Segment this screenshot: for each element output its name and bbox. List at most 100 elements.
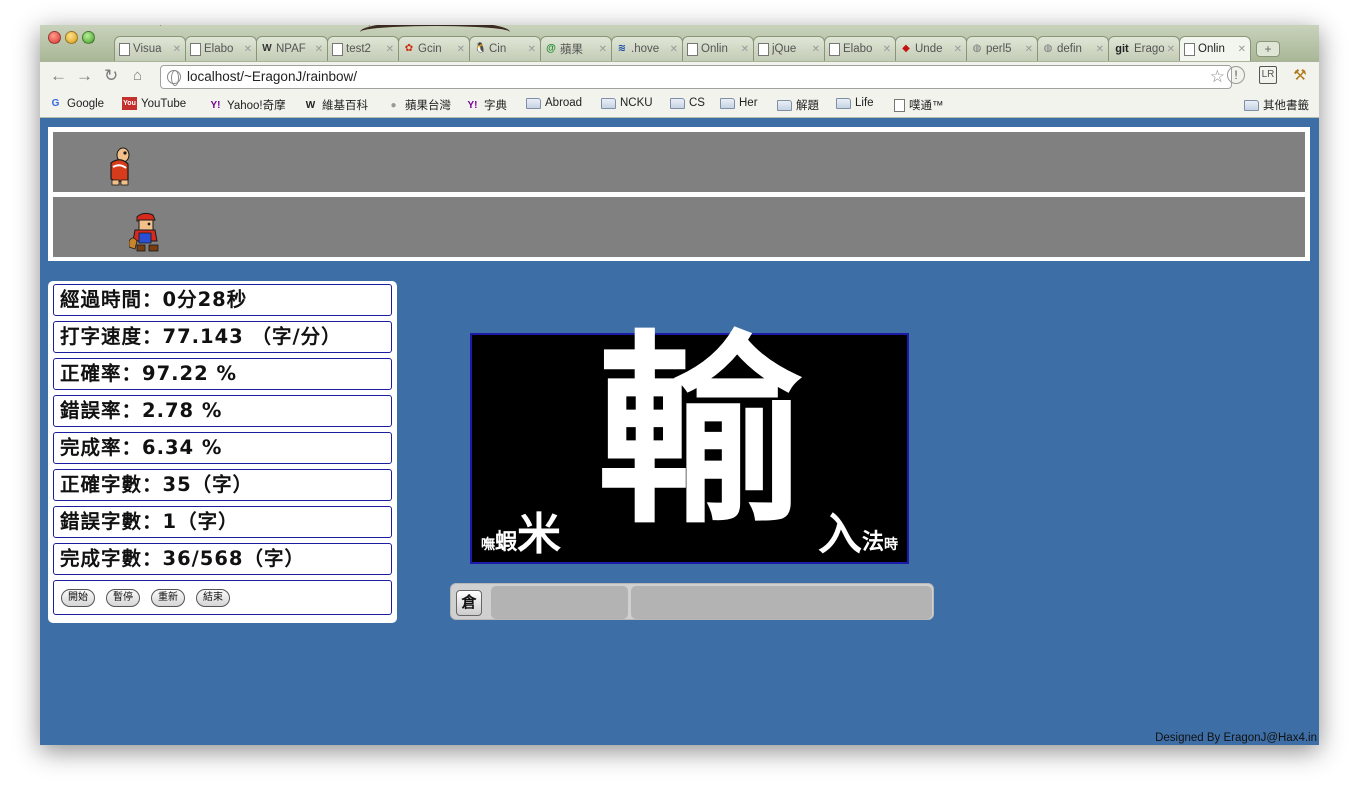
bookmark-item[interactable]: W 維基百科 [303, 97, 368, 113]
other-bookmarks[interactable]: 其他書籤 [1244, 97, 1309, 113]
minimize-window-icon[interactable] [65, 31, 78, 44]
bookmark-label: 字典 [484, 100, 507, 112]
tab-title: Erago [1134, 43, 1164, 55]
zoom-window-icon[interactable] [82, 31, 95, 44]
bookmark-item[interactable]: 噗通™ [894, 97, 944, 113]
browser-toolbar: ← → ↻ ⌂ localhost/~EragonJ/rainbow/ ☆ ! … [40, 61, 1319, 91]
bookmark-label: 蘋果台灣 [405, 100, 451, 112]
y-favicon-icon: Y! [467, 99, 478, 111]
tab-close-icon[interactable]: ✕ [315, 44, 323, 55]
bookmark-label: 噗通™ [909, 100, 944, 112]
apple-favicon-icon: ● [390, 99, 397, 111]
other-bookmarks-label: 其他書籤 [1263, 100, 1309, 112]
tab-title: Onlin [701, 43, 728, 55]
y-favicon-icon: Y! [210, 99, 221, 111]
folder-icon [720, 97, 735, 109]
tab-close-icon[interactable]: ✕ [670, 44, 678, 55]
tab-close-icon[interactable]: ✕ [741, 44, 749, 55]
bookmark-item[interactable]: 解題 [777, 97, 819, 113]
tab-close-icon[interactable]: ✕ [457, 44, 465, 55]
ime-candidate-field[interactable] [631, 586, 932, 619]
browser-tab[interactable]: Onlin ✕ [682, 36, 754, 61]
tabs: Visua ✕ Elabo ✕ W NPAF ✕ test2 ✕ ✿ Gcin ✕ 🐧 Cin ✕ @ 蘋果 ✕ ≋… [114, 36, 1280, 61]
browser-tab[interactable]: Visua ✕ [114, 36, 186, 61]
extension-lr-icon[interactable]: LR [1259, 66, 1277, 84]
ime-composition-field[interactable] [491, 586, 628, 619]
tab-close-icon[interactable]: ✕ [1025, 44, 1033, 55]
watermark-left-mid: 蝦 [495, 530, 518, 555]
bookmark-item[interactable]: G Google [48, 97, 104, 110]
close-window-icon[interactable] [48, 31, 61, 44]
browser-tab[interactable]: jQue ✕ [753, 36, 825, 61]
tab-close-icon[interactable]: ✕ [244, 44, 252, 55]
bookmark-star-icon[interactable]: ☆ [1210, 66, 1225, 88]
tab-close-icon[interactable]: ✕ [528, 44, 536, 55]
current-character: 輸 [596, 314, 802, 552]
browser-tab[interactable]: @ 蘋果 ✕ [540, 36, 612, 61]
browser-tab[interactable]: ◍ perl5 ✕ [966, 36, 1038, 61]
page-icon [190, 42, 201, 56]
home-icon[interactable]: ⌂ [133, 67, 142, 85]
tab-title: Unde [915, 43, 943, 55]
tab-close-icon[interactable]: ✕ [1167, 44, 1175, 55]
browser-tab[interactable]: W NPAF ✕ [256, 36, 328, 61]
stat-elapsed-time: 經過時間：0分28秒 [53, 284, 392, 316]
tab-close-icon[interactable]: ✕ [883, 44, 891, 55]
browser-tab[interactable]: ✿ Gcin ✕ [398, 36, 470, 61]
tab-title: Onlin [1198, 43, 1225, 55]
reset-button[interactable]: 重新 [151, 588, 185, 607]
browser-tab[interactable]: Elabo ✕ [824, 36, 896, 61]
ime-mode-icon[interactable]: 倉 [456, 590, 482, 616]
bookmark-item[interactable]: NCKU [601, 97, 653, 109]
tab-title: Gcin [418, 43, 442, 55]
browser-tab[interactable]: Onlin ✕ [1179, 36, 1251, 61]
address-bar[interactable]: localhost/~EragonJ/rainbow/ ☆ [160, 65, 1232, 89]
tab-title: Cin [489, 43, 507, 55]
paw-favicon-icon: ✿ [404, 43, 414, 54]
browser-tab[interactable]: Elabo ✕ [185, 36, 257, 61]
tab-title: defin [1057, 43, 1082, 55]
forward-arrow-icon[interactable]: → [76, 67, 93, 85]
watermark-right-big: 入 [817, 509, 862, 560]
bookmark-item[interactable]: Her [720, 97, 758, 109]
tab-title: Visua [133, 43, 162, 55]
browser-tab[interactable]: 🐧 Cin ✕ [469, 36, 541, 61]
tab-close-icon[interactable]: ✕ [173, 44, 181, 55]
stats-panel: 經過時間：0分28秒 打字速度：77.143 （字/分） 正確率：97.22 %… [48, 281, 397, 623]
back-arrow-icon[interactable]: ← [50, 67, 67, 85]
bookmark-item[interactable]: Y! 字典 [465, 97, 508, 113]
new-tab-button[interactable]: + [1256, 41, 1280, 57]
wrench-menu-icon[interactable]: ⚒ [1290, 66, 1310, 86]
page-icon [758, 42, 769, 56]
bookmark-item[interactable]: Abroad [526, 97, 582, 109]
bookmark-label: 解題 [796, 100, 819, 112]
tab-close-icon[interactable]: ✕ [1238, 44, 1246, 55]
watermark-right-small: 時 [884, 537, 898, 553]
bookmark-item[interactable]: You YouTube [122, 97, 186, 110]
folder-icon [777, 99, 792, 111]
bookmark-item[interactable]: ● 蘋果台灣 [386, 97, 451, 113]
bookmark-item[interactable]: Y! Yahoo!奇摩 [208, 97, 286, 113]
browser-tab[interactable]: ≋ .hove ✕ [611, 36, 683, 61]
browser-tab[interactable]: ◆ Unde ✕ [895, 36, 967, 61]
tab-close-icon[interactable]: ✕ [599, 44, 607, 55]
reload-icon[interactable]: ↻ [104, 67, 118, 85]
tab-close-icon[interactable]: ✕ [812, 44, 820, 55]
tab-close-icon[interactable]: ✕ [954, 44, 962, 55]
end-button[interactable]: 結束 [196, 588, 230, 607]
tab-close-icon[interactable]: ✕ [386, 44, 394, 55]
bookmark-item[interactable]: CS [670, 97, 705, 109]
bookmark-label: 維基百科 [322, 100, 368, 112]
browser-tab[interactable]: ◍ defin ✕ [1037, 36, 1109, 61]
extension-speech-icon[interactable]: ! [1227, 66, 1245, 84]
blue-favicon-icon: ≋ [617, 43, 627, 54]
tab-title: Elabo [204, 43, 234, 55]
browser-tab[interactable]: git Erago ✕ [1108, 36, 1180, 61]
tab-close-icon[interactable]: ✕ [1096, 44, 1104, 55]
bookmark-item[interactable]: Life [836, 97, 874, 109]
yt-favicon-icon: You [122, 97, 137, 110]
browser-tab[interactable]: test2 ✕ [327, 36, 399, 61]
start-button[interactable]: 開始 [61, 588, 95, 607]
mario-sprite [129, 212, 159, 252]
pause-button[interactable]: 暫停 [106, 588, 140, 607]
